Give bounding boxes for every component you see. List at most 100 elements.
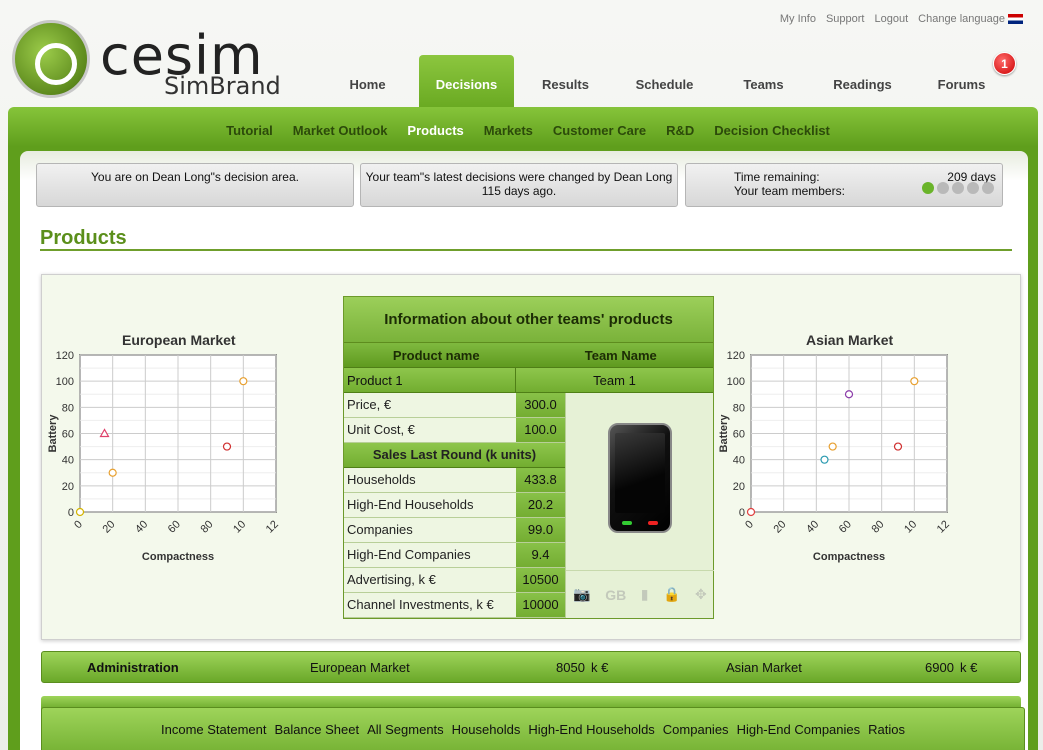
change-language-link[interactable]: Change language	[918, 13, 1023, 25]
subnav-tutorial[interactable]: Tutorial	[226, 123, 273, 138]
companies-label: Companies	[344, 518, 516, 542]
admin-eu-label: European Market	[310, 660, 410, 675]
subnav-market-outlook[interactable]: Market Outlook	[293, 123, 388, 138]
latest-change-box: Your team"s latest decisions were change…	[360, 163, 678, 207]
report-companies[interactable]: Companies	[663, 722, 729, 750]
other-teams-products-table: Information about other teams' products …	[343, 296, 714, 619]
x-tick-label: 60	[166, 518, 183, 535]
x-tick-label: 60	[837, 518, 854, 535]
product-image-area: 📷 GB ▮ 🔒 ✥	[565, 393, 714, 618]
report-ratios[interactable]: Ratios	[868, 722, 905, 750]
x-tick-label: 0	[743, 518, 756, 531]
nav-schedule[interactable]: Schedule	[615, 55, 714, 107]
sales-heading: Sales Last Round (k units)	[344, 443, 565, 468]
channel-label: Channel Investments, k €	[344, 593, 516, 617]
info-table-heading: Information about other teams' products	[344, 297, 713, 343]
y-tick-label: 0	[739, 507, 745, 519]
product-row[interactable]: Product 1 Team 1	[344, 368, 713, 393]
y-tick-label: 20	[62, 481, 74, 493]
households-value: 433.8	[516, 468, 565, 492]
y-axis-label: Battery	[718, 414, 730, 453]
sub-nav: Tutorial Market Outlook Products Markets…	[8, 107, 1038, 153]
battery-icon: ▮	[640, 586, 649, 602]
nav-results[interactable]: Results	[516, 55, 615, 107]
administration-bar[interactable]: Administration European Market 8050 k € …	[41, 651, 1021, 683]
he-companies-value: 9.4	[516, 543, 565, 567]
channel-row: Channel Investments, k € 10000	[344, 593, 565, 618]
data-point	[75, 507, 85, 517]
subnav-customer-care[interactable]: Customer Care	[553, 123, 646, 138]
title-divider	[40, 249, 1012, 251]
admin-as-label: Asian Market	[726, 660, 802, 675]
report-households[interactable]: Households	[452, 722, 521, 750]
report-high-end-households[interactable]: High-End Households	[528, 722, 654, 750]
x-tick-label: 0	[72, 518, 85, 531]
x-axis-label: Compactness	[813, 551, 885, 563]
x-tick-label: 10	[231, 518, 248, 535]
report-balance-sheet[interactable]: Balance Sheet	[275, 722, 360, 750]
unit-cost-value: 100.0	[516, 418, 565, 442]
subnav-rnd[interactable]: R&D	[666, 123, 694, 138]
y-tick-label: 80	[62, 402, 74, 414]
report-income-statement[interactable]: Income Statement	[161, 722, 267, 750]
team-member-offline-icon[interactable]	[967, 182, 979, 194]
team-name: Team 1	[593, 373, 636, 388]
report-all-segments[interactable]: All Segments	[367, 722, 444, 750]
price-row: Price, € 300.0	[344, 393, 565, 418]
x-tick-label: 80	[869, 518, 886, 535]
decision-area-text: You are on Dean Long"s decision area.	[91, 170, 299, 184]
companies-value: 99.0	[516, 518, 565, 542]
european-market-chart: 0 20 40 60 80 100 120 0 20 40 60 80 10 12 Compactness B…	[47, 350, 281, 563]
subnav-markets[interactable]: Markets	[484, 123, 533, 138]
y-tick-label: 20	[733, 481, 745, 493]
subnav-products[interactable]: Products	[407, 123, 463, 138]
change-language-label: Change language	[918, 13, 1005, 25]
team-member-online-icon[interactable]	[922, 182, 934, 194]
logo[interactable]: cesim SimBrand	[12, 20, 282, 100]
x-tick-label: 20	[100, 518, 117, 535]
nav-readings[interactable]: Readings	[813, 55, 912, 107]
forums-notification-badge[interactable]: 1	[993, 52, 1016, 75]
admin-as-value: 6900	[925, 660, 954, 675]
data-point	[222, 442, 232, 451]
data-point	[108, 468, 117, 477]
uk-flag-icon	[1008, 14, 1023, 25]
y-tick-label: 120	[56, 350, 74, 362]
team-member-offline-icon[interactable]	[937, 182, 949, 194]
x-tick-label: 40	[804, 518, 821, 535]
nav-decisions[interactable]: Decisions	[419, 55, 514, 107]
data-point	[820, 455, 829, 464]
asian-market-chart: 0 20 40 60 80 100 120 0 20 40 60 80 10 12 Compactness B…	[718, 350, 952, 563]
y-axis-label: Battery	[47, 414, 59, 453]
nav-teams[interactable]: Teams	[714, 55, 813, 107]
nav-home[interactable]: Home	[318, 55, 417, 107]
x-tick-label: 10	[902, 518, 919, 535]
data-point	[893, 442, 903, 451]
team-member-offline-icon[interactable]	[982, 182, 994, 194]
feature-icons: 📷 GB ▮ 🔒 ✥	[566, 570, 714, 618]
eraser-icon: ✥	[694, 586, 707, 602]
team-member-offline-icon[interactable]	[952, 182, 964, 194]
admin-eu-value: 8050	[556, 660, 585, 675]
data-point	[828, 442, 837, 451]
logout-link[interactable]: Logout	[874, 13, 908, 25]
info-table-column-headers: Product name Team Name	[344, 343, 713, 368]
subnav-decision-checklist[interactable]: Decision Checklist	[714, 123, 830, 138]
storage-gb-icon: GB	[605, 586, 627, 603]
unit-cost-label: Unit Cost, €	[344, 418, 516, 442]
products-panel: European Market 0 20 40 60 80 100 120 0 20 40 60 80…	[41, 274, 1021, 640]
main-nav: Home Decisions Results Schedule Teams Re…	[318, 55, 1011, 107]
top-links: My Info Support Logout Change language	[780, 13, 1023, 25]
x-tick-label: 80	[198, 518, 215, 535]
report-high-end-companies[interactable]: High-End Companies	[737, 722, 861, 750]
he-companies-label: High-End Companies	[344, 543, 516, 567]
product-name: Product 1	[344, 368, 516, 392]
y-tick-label: 40	[733, 455, 745, 467]
he-households-label: High-End Households	[344, 493, 516, 517]
y-tick-label: 0	[68, 507, 74, 519]
my-info-link[interactable]: My Info	[780, 13, 816, 25]
x-tick-label: 20	[771, 518, 788, 535]
data-point	[239, 377, 248, 386]
page-title: Products	[40, 227, 127, 249]
support-link[interactable]: Support	[826, 13, 865, 25]
